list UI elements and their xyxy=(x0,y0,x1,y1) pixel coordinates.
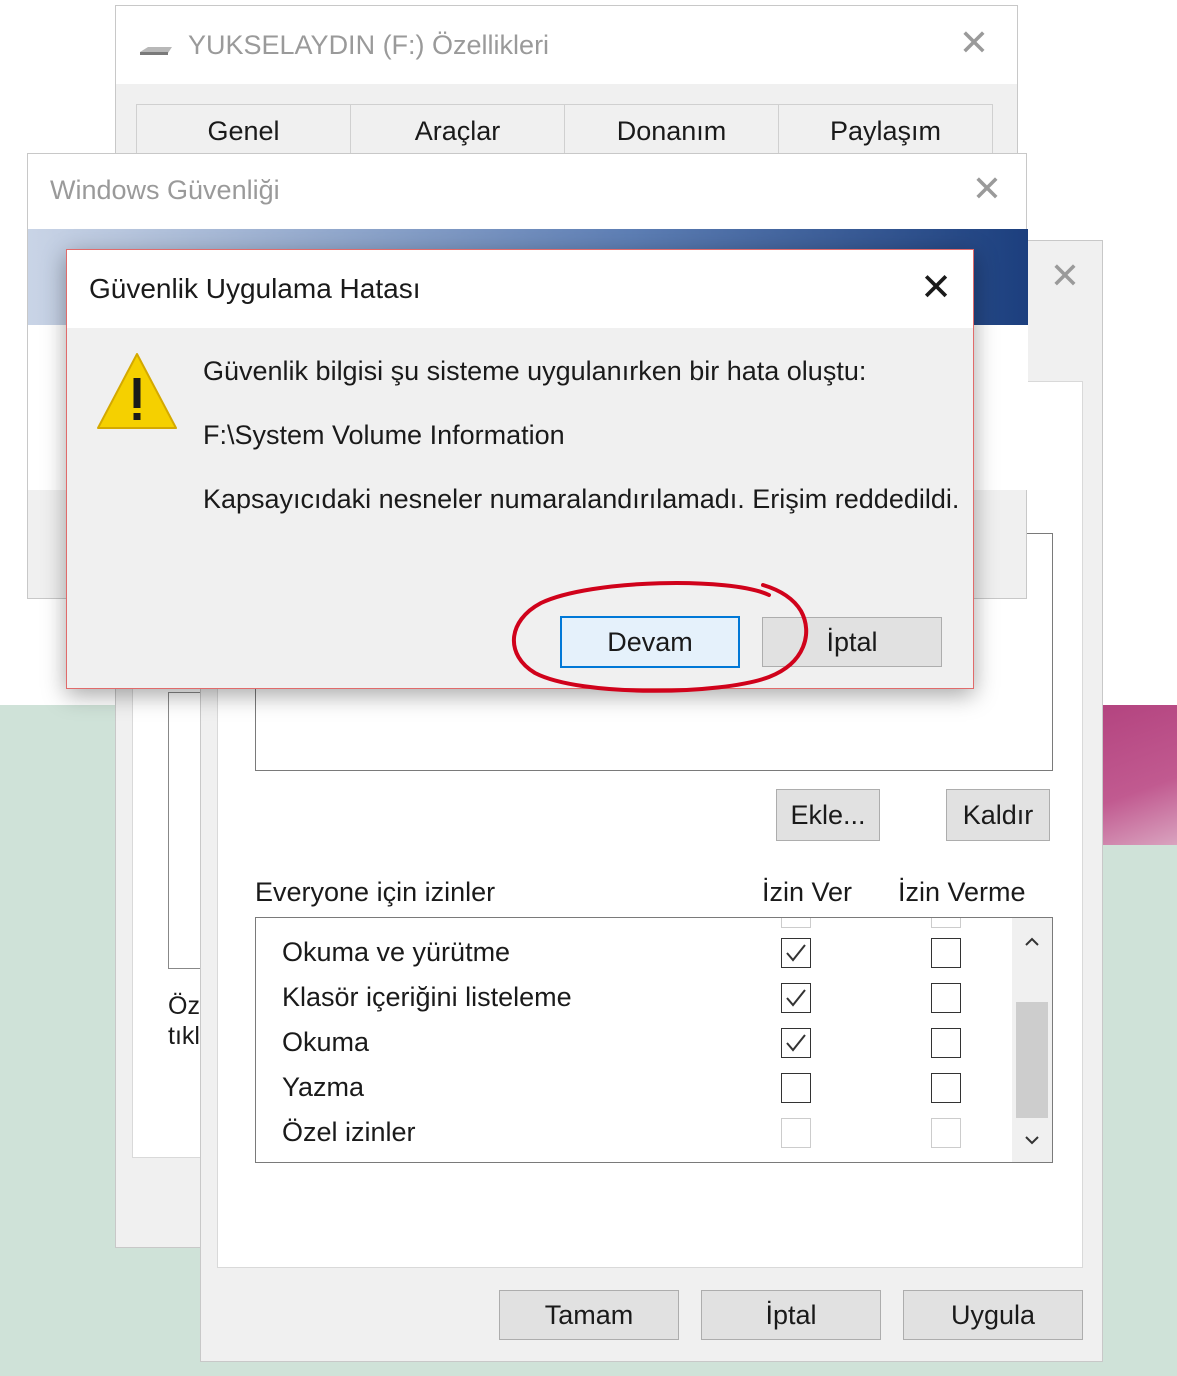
scrollbar-thumb[interactable] xyxy=(1016,1002,1048,1118)
checkmark-icon xyxy=(786,944,806,962)
properties-list-box xyxy=(168,692,204,969)
scroll-up-icon[interactable] xyxy=(1012,922,1052,962)
permission-name: Klasör içeriğini listeleme xyxy=(282,982,572,1012)
scrollbar[interactable] xyxy=(1012,918,1052,1162)
allow-checkbox[interactable] xyxy=(781,983,811,1013)
checkmark-icon xyxy=(786,1034,806,1052)
tab-genel[interactable]: Genel xyxy=(136,104,351,158)
error-message-path: F:\System Volume Information xyxy=(203,420,565,450)
security-window-title: Windows Güvenliği xyxy=(50,175,280,205)
permission-row: Okuma ve yürütme xyxy=(256,931,1006,976)
partial-text-line2: tıkl xyxy=(168,1022,200,1050)
apply-button[interactable]: Uygula xyxy=(903,1290,1083,1340)
close-icon[interactable]: ✕ xyxy=(1042,253,1088,299)
permissions-label: Everyone için izinler xyxy=(255,877,496,907)
security-error-dialog: Güvenlik Uygulama Hatası ✕ Güvenlik bilg… xyxy=(66,249,974,693)
ok-button[interactable]: Tamam xyxy=(499,1290,679,1340)
properties-tabs: Genel Araçlar Donanım Paylaşım xyxy=(136,104,993,158)
scroll-down-icon[interactable] xyxy=(1012,1120,1052,1160)
deny-checkbox[interactable] xyxy=(931,1073,961,1103)
checkbox-partial-deny xyxy=(931,918,961,928)
cancel-button[interactable]: İptal xyxy=(701,1290,881,1340)
permission-name: Özel izinler xyxy=(282,1117,416,1147)
deny-checkbox xyxy=(931,1118,961,1148)
allow-checkbox[interactable] xyxy=(781,1028,811,1058)
allow-checkbox[interactable] xyxy=(781,938,811,968)
deny-checkbox[interactable] xyxy=(931,983,961,1013)
close-icon[interactable]: ✕ xyxy=(951,20,997,66)
deny-checkbox[interactable] xyxy=(931,938,961,968)
close-icon[interactable]: ✕ xyxy=(913,264,959,310)
permission-row: Özel izinler xyxy=(256,1111,1006,1156)
deny-column-header: İzin Verme xyxy=(898,877,1026,907)
highlight-circle xyxy=(511,581,809,693)
warning-icon xyxy=(97,353,177,429)
properties-title-bar[interactable]: YUKSELAYDIN (F:) Özellikleri ✕ xyxy=(116,6,1017,84)
allow-checkbox[interactable] xyxy=(781,1073,811,1103)
error-dialog-title: Güvenlik Uygulama Hatası xyxy=(89,273,421,304)
permission-name: Okuma ve yürütme xyxy=(282,937,511,967)
error-title-bar[interactable]: Güvenlik Uygulama Hatası ✕ xyxy=(67,250,973,328)
desktop-wallpaper-accent xyxy=(1095,705,1177,845)
remove-button[interactable]: Kaldır xyxy=(946,789,1050,841)
permission-name: Okuma xyxy=(282,1027,370,1057)
add-button[interactable]: Ekle... xyxy=(776,789,880,841)
close-icon[interactable]: ✕ xyxy=(964,166,1010,212)
allow-checkbox xyxy=(781,1118,811,1148)
properties-partial-text: Öz tıkl xyxy=(168,991,200,1051)
checkmark-icon xyxy=(786,989,806,1007)
permission-name: Yazma xyxy=(282,1072,365,1102)
properties-window-title: YUKSELAYDIN (F:) Özellikleri xyxy=(188,30,550,60)
permission-row: Okuma xyxy=(256,1021,1006,1066)
permission-row: Yazma xyxy=(256,1066,1006,1111)
tab-donanim[interactable]: Donanım xyxy=(564,104,779,158)
permission-row: Klasör içeriğini listeleme xyxy=(256,976,1006,1021)
tab-paylasim[interactable]: Paylaşım xyxy=(778,104,993,158)
allow-column-header: İzin Ver xyxy=(762,877,853,907)
drive-icon xyxy=(140,47,172,55)
error-message-line1: Güvenlik bilgisi şu sisteme uygulanırken… xyxy=(203,356,867,386)
tab-araclar[interactable]: Araçlar xyxy=(350,104,565,158)
security-title-bar[interactable]: Windows Güvenliği ✕ xyxy=(28,154,1026,229)
checkbox-partial-allow xyxy=(781,918,811,928)
permissions-list: Okuma ve yürütme Klasör içeriğini listel… xyxy=(255,917,1053,1163)
deny-checkbox[interactable] xyxy=(931,1028,961,1058)
partial-text-line1: Öz xyxy=(168,992,200,1020)
error-message-detail: Kapsayıcıdaki nesneler numaralandırılama… xyxy=(203,484,960,514)
